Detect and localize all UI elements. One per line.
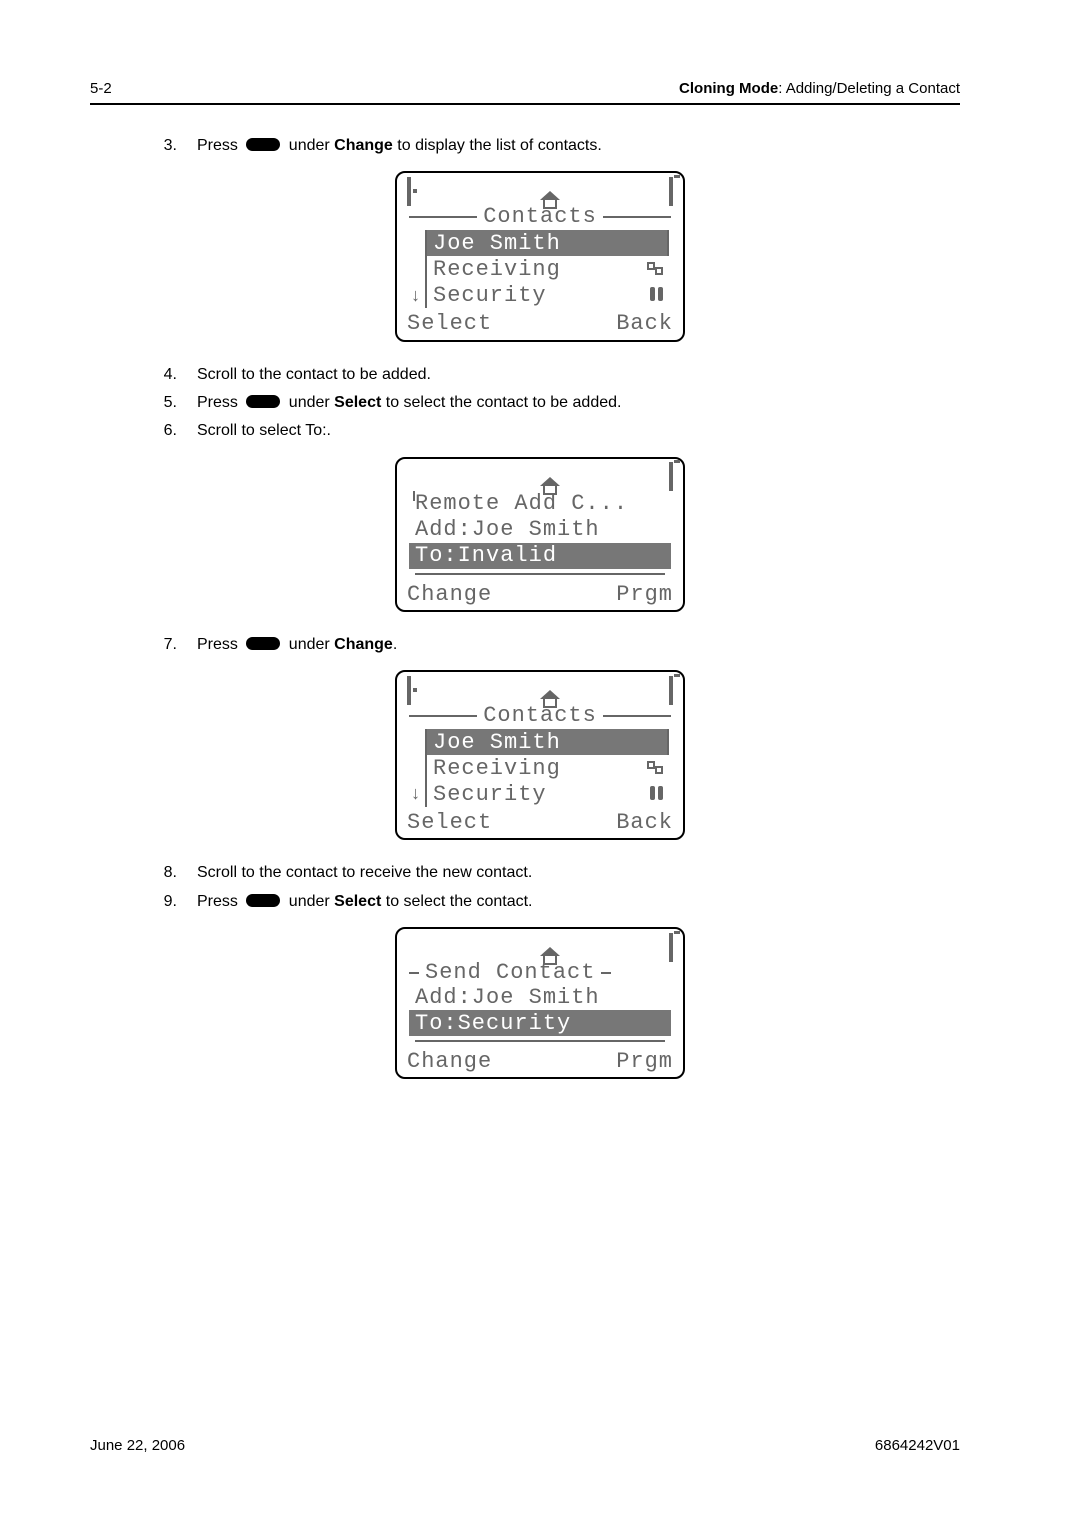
group-icon (647, 262, 665, 276)
screen-title: Contacts (483, 205, 597, 228)
battery-icon (669, 462, 673, 491)
list-item: ↓ Security (427, 282, 669, 308)
softkey-right: Prgm (616, 583, 673, 606)
screen-title: Send Contact (425, 961, 595, 984)
field-to: To:Security (409, 1010, 671, 1036)
step-6: 6. Scroll to select To:. (155, 420, 925, 442)
screen-remote-add: Remote Add C... Add:Joe Smith To:Invalid… (395, 457, 685, 612)
softkey-right: Back (616, 811, 673, 834)
talkgroup-icon (407, 177, 411, 206)
talkgroup-icon (407, 676, 411, 705)
field-to: To:Invalid (409, 543, 671, 569)
screen-contacts: Contacts Joe Smith Receiving ↓ Security … (395, 171, 685, 341)
step-3: 3. Press under Change to display the lis… (155, 135, 925, 157)
battery-icon (669, 676, 673, 705)
step-8: 8. Scroll to the contact to receive the … (155, 862, 925, 884)
screen-send-contact: Send Contact Add:Joe Smith To:Security C… (395, 927, 685, 1079)
list-item: Joe Smith (427, 230, 669, 256)
battery-icon (669, 177, 673, 206)
list-item: Receiving (427, 256, 669, 282)
battery-icon (669, 933, 673, 962)
field-add: Add:Joe Smith (409, 517, 671, 543)
footer-date: June 22, 2006 (90, 1437, 185, 1454)
list-item: Receiving (427, 755, 669, 781)
softkey-icon (246, 138, 280, 151)
softkey-left: Change (407, 1050, 492, 1073)
screen-title: Contacts (483, 704, 597, 727)
group-icon (647, 761, 665, 775)
scroll-down-icon: ↓ (409, 786, 423, 805)
step-5: 5. Press under Select to select the cont… (155, 392, 925, 414)
softkey-left: Select (407, 312, 492, 335)
softkey-right: Back (616, 312, 673, 335)
field-add: Add:Joe Smith (409, 984, 671, 1010)
screen-contacts-2: Contacts Joe Smith Receiving ↓ Security … (395, 670, 685, 840)
softkey-left: Select (407, 811, 492, 834)
step-7: 7. Press under Change. (155, 634, 925, 656)
softkey-icon (246, 894, 280, 907)
softkey-right: Prgm (616, 1050, 673, 1073)
page-footer: June 22, 2006 6864242V01 (90, 1437, 960, 1454)
mobiles-icon (649, 287, 665, 303)
step-4: 4. Scroll to the contact to be added. (155, 364, 925, 386)
list-item: ↓ Security (427, 781, 669, 807)
screen-title: Remote Add C... (409, 491, 671, 517)
mobiles-icon (649, 786, 665, 802)
scroll-down-icon: ↓ (409, 288, 423, 307)
softkey-icon (246, 395, 280, 408)
softkey-icon (246, 637, 280, 650)
content: 3. Press under Change to display the lis… (155, 135, 925, 1079)
footer-docnum: 6864242V01 (875, 1437, 960, 1454)
step-9: 9. Press under Select to select the cont… (155, 891, 925, 913)
page-number: 5-2 (90, 80, 112, 97)
section-title: Cloning Mode: Adding/Deleting a Contact (679, 80, 960, 97)
softkey-left: Change (407, 583, 492, 606)
list-item: Joe Smith (427, 729, 669, 755)
page-header: 5-2 Cloning Mode: Adding/Deleting a Cont… (90, 80, 960, 105)
